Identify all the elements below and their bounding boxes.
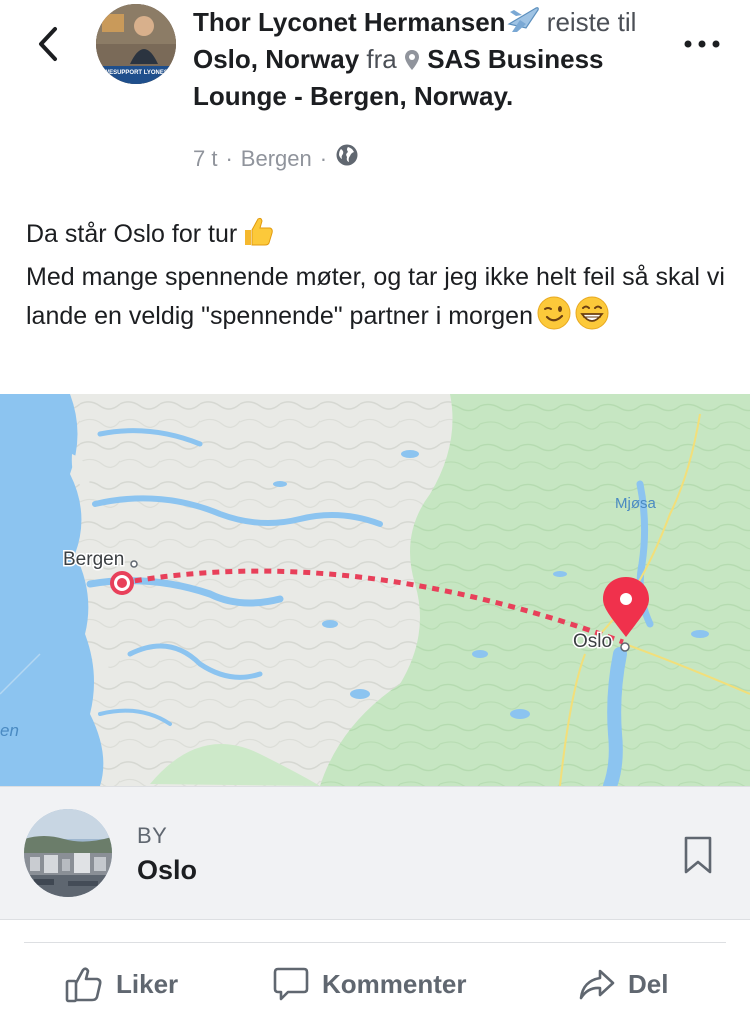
thumbs-up-icon [65, 967, 102, 1003]
more-options-button[interactable] [682, 30, 722, 58]
grinning-face-emoji-icon [575, 296, 609, 341]
author-name[interactable]: Thor Lyconet Hermansen [193, 7, 506, 37]
place-card[interactable]: BY Oslo [0, 786, 750, 920]
bookmark-icon [684, 836, 712, 874]
map-label-sea: en [0, 721, 19, 740]
chevron-left-icon [39, 27, 57, 61]
post-time[interactable]: 7 t [193, 144, 217, 174]
globe-icon [335, 143, 359, 175]
like-label: Liker [116, 968, 179, 999]
map-label-lake: Mjøsa [615, 495, 656, 512]
comment-label: Kommenter [322, 968, 467, 999]
thumbs-up-emoji-icon [241, 214, 275, 259]
airplane-icon [506, 4, 540, 42]
post-body: Da står Oslo for tur Med mange spennende… [26, 214, 726, 341]
title-period: . [506, 81, 514, 111]
speech-bubble-icon [273, 967, 309, 1001]
map-label-origin: Bergen [63, 549, 124, 570]
action-bar: Liker Kommenter Del [0, 954, 750, 1014]
winking-face-emoji-icon [537, 296, 571, 341]
avatar[interactable]: #WESUPPORT LYONESS [96, 4, 176, 84]
actions-divider [24, 942, 726, 943]
map-label-destination: Oslo [573, 631, 612, 652]
post-header: #WESUPPORT LYONESS Thor Lyconet Hermanse… [0, 0, 750, 190]
route-map[interactable]: Bergen Oslo Mjøsa en [0, 394, 750, 786]
post-line-2: Med mange spennende møter, og tar jeg ik… [26, 263, 725, 330]
post-title: Thor Lyconet Hermansen reiste til Oslo, … [193, 4, 673, 113]
verb-text: reiste [546, 7, 611, 37]
post-line-1: Da står Oslo for tur [26, 220, 238, 248]
destination-link[interactable]: Oslo, Norway [193, 44, 359, 74]
share-label: Del [628, 968, 669, 999]
meta-separator: · [225, 146, 233, 171]
post-meta: 7 t · Bergen · [193, 143, 359, 175]
share-button[interactable]: Del [578, 954, 668, 1014]
place-thumbnail [24, 809, 112, 897]
avatar-badge-text: #WESUPPORT LYONESS [100, 70, 172, 76]
share-arrow-icon [579, 969, 615, 1000]
more-dots-icon [684, 40, 720, 48]
place-name: Oslo [137, 855, 198, 885]
from-word: fra [366, 44, 397, 74]
place-type: BY [137, 823, 168, 848]
save-bookmark-button[interactable] [680, 833, 716, 877]
location-pin-icon [404, 45, 420, 79]
to-word: til [617, 7, 637, 37]
meta-separator: · [319, 146, 328, 171]
post-location[interactable]: Bergen [241, 144, 312, 174]
comment-button[interactable]: Kommenter [272, 954, 466, 1014]
like-button[interactable]: Liker [64, 954, 178, 1014]
back-button[interactable] [30, 22, 66, 66]
